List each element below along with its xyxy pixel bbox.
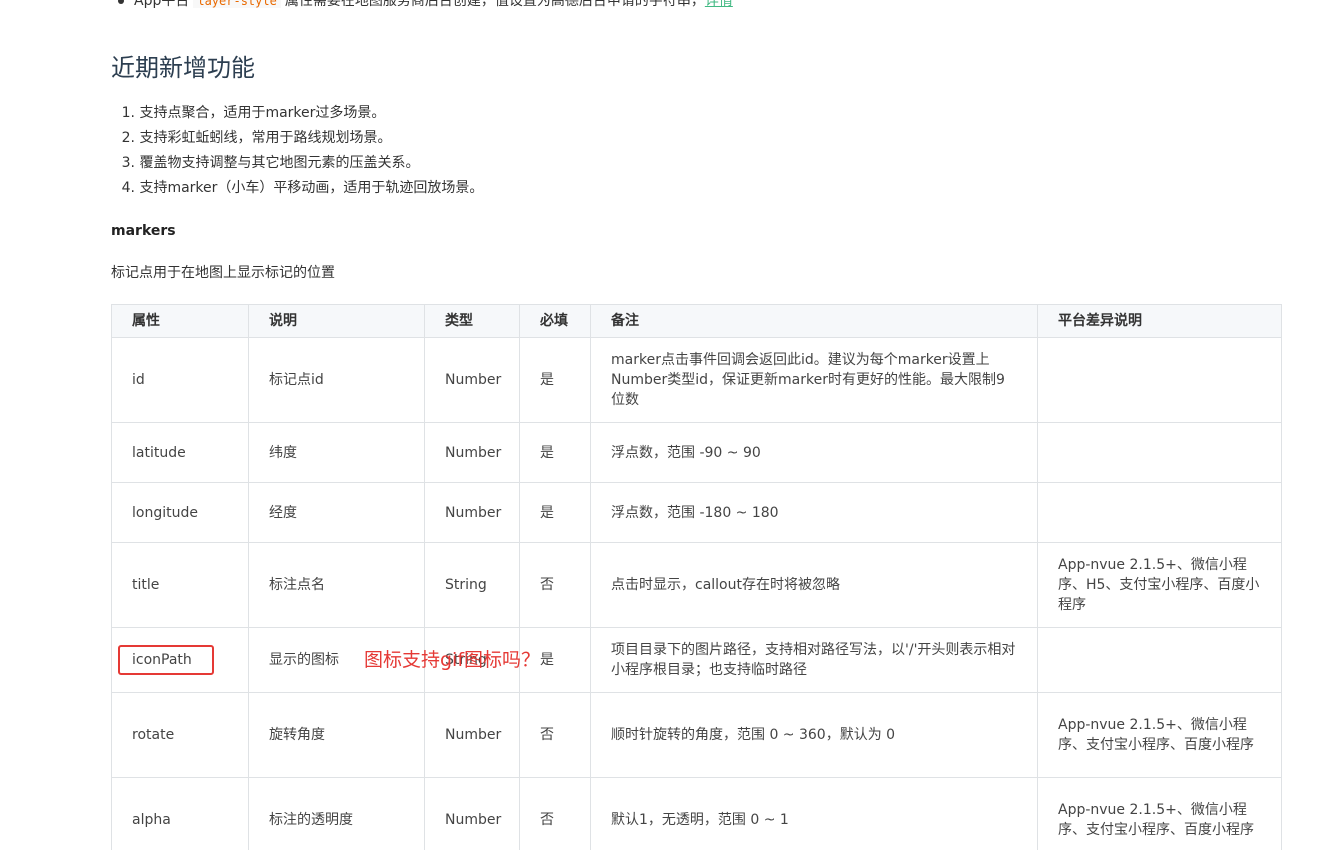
cell-required: 否 [519, 777, 591, 850]
markers-heading: markers [111, 223, 176, 239]
cell-required: 是 [519, 627, 591, 693]
table-header-row: 属性 说明 类型 必填 备注 平台差异说明 [111, 304, 1282, 338]
table-row: latitude 纬度 Number 是 浮点数，范围 -90 ~ 90 [111, 422, 1282, 483]
cell-type: Number [424, 777, 520, 850]
table-row: title 标注点名 String 否 点击时显示，callout存在时将被忽略… [111, 542, 1282, 628]
top-note-text: 属性需要在地图服务商后台创建，值设置为高德后台申请的字符串， [284, 0, 705, 9]
cell-desc: 经度 [248, 482, 425, 543]
cell-note: marker点击事件回调会返回此id。建议为每个marker设置上Number类… [590, 337, 1038, 423]
cell-type: Number [424, 422, 520, 483]
cell-desc: 旋转角度 [248, 692, 425, 778]
feature-item: 4. 支持marker（小车）平移动画，适用于轨迹回放场景。 [121, 180, 484, 196]
feature-item: 3. 覆盖物支持调整与其它地图元素的压盖关系。 [121, 155, 420, 171]
section-title: 近期新增功能 [111, 54, 255, 82]
table-row: alpha 标注的透明度 Number 否 默认1，无透明，范围 0 ~ 1 A… [111, 777, 1282, 850]
cell-attr: iconPath [111, 627, 249, 693]
cell-required: 否 [519, 692, 591, 778]
top-note: App平台 layer-style 属性需要在地图服务商后台创建，值设置为高德后台申… [118, 0, 733, 11]
cell-platform: App-nvue 2.1.5+、微信小程序、支付宝小程序、百度小程序 [1037, 777, 1282, 850]
cell-attr: id [111, 337, 249, 423]
cell-type: Number [424, 692, 520, 778]
cell-attr: rotate [111, 692, 249, 778]
cell-attr: longitude [111, 482, 249, 543]
cell-note: 浮点数，范围 -90 ~ 90 [590, 422, 1038, 483]
header-platform: 平台差异说明 [1037, 304, 1282, 338]
header-attr: 属性 [111, 304, 249, 338]
cell-platform [1037, 627, 1282, 693]
cell-attr: alpha [111, 777, 249, 850]
cell-attr: title [111, 542, 249, 628]
cell-note: 浮点数，范围 -180 ~ 180 [590, 482, 1038, 543]
cell-platform: App-nvue 2.1.5+、微信小程序、H5、支付宝小程序、百度小程序 [1037, 542, 1282, 628]
cell-type: String [424, 542, 520, 628]
cell-platform: App-nvue 2.1.5+、微信小程序、支付宝小程序、百度小程序 [1037, 692, 1282, 778]
cell-platform [1037, 337, 1282, 423]
cell-required: 是 [519, 422, 591, 483]
markers-description: 标记点用于在地图上显示标记的位置 [111, 265, 335, 281]
feature-item: 1. 支持点聚合，适用于marker过多场景。 [121, 105, 386, 121]
layer-style-code: layer-style [193, 0, 281, 8]
bullet-dot [118, 0, 124, 4]
cell-attr: latitude [111, 422, 249, 483]
top-note-prefix: App平台 [134, 0, 190, 9]
cell-note: 顺时针旋转的角度，范围 0 ~ 360，默认为 0 [590, 692, 1038, 778]
cell-platform [1037, 482, 1282, 543]
feature-list: 1. 支持点聚合，适用于marker过多场景。 2. 支持彩虹蚯蚓线，常用于路线… [111, 101, 484, 201]
cell-desc: 标记点id [248, 337, 425, 423]
cell-type: Number [424, 482, 520, 543]
cell-required: 是 [519, 482, 591, 543]
table-row: rotate 旋转角度 Number 否 顺时针旋转的角度，范围 0 ~ 360… [111, 692, 1282, 778]
table-row: id 标记点id Number 是 marker点击事件回调会返回此id。建议为… [111, 337, 1282, 423]
table-row: longitude 经度 Number 是 浮点数，范围 -180 ~ 180 [111, 482, 1282, 543]
cell-required: 是 [519, 337, 591, 423]
details-link[interactable]: 详情 [705, 0, 733, 9]
cell-note: 默认1，无透明，范围 0 ~ 1 [590, 777, 1038, 850]
cell-desc: 显示的图标 [248, 627, 425, 693]
header-note: 备注 [590, 304, 1038, 338]
cell-desc: 纬度 [248, 422, 425, 483]
cell-type: String [424, 627, 520, 693]
header-type: 类型 [424, 304, 520, 338]
cell-note: 点击时显示，callout存在时将被忽略 [590, 542, 1038, 628]
cell-note: 项目目录下的图片路径，支持相对路径写法，以'/'开头则表示相对小程序根目录；也支… [590, 627, 1038, 693]
doc-page: App平台 layer-style 属性需要在地图服务商后台创建，值设置为高德后台申… [0, 0, 1322, 850]
feature-item: 2. 支持彩虹蚯蚓线，常用于路线规划场景。 [121, 130, 392, 146]
table-row: iconPath 显示的图标 String 是 项目目录下的图片路径，支持相对路… [111, 627, 1282, 693]
markers-attr-table: 属性 说明 类型 必填 备注 平台差异说明 id 标记点id Number 是 … [111, 304, 1282, 850]
cell-desc: 标注点名 [248, 542, 425, 628]
cell-type: Number [424, 337, 520, 423]
header-desc: 说明 [248, 304, 425, 338]
cell-platform [1037, 422, 1282, 483]
header-required: 必填 [519, 304, 591, 338]
cell-desc: 标注的透明度 [248, 777, 425, 850]
cell-required: 否 [519, 542, 591, 628]
